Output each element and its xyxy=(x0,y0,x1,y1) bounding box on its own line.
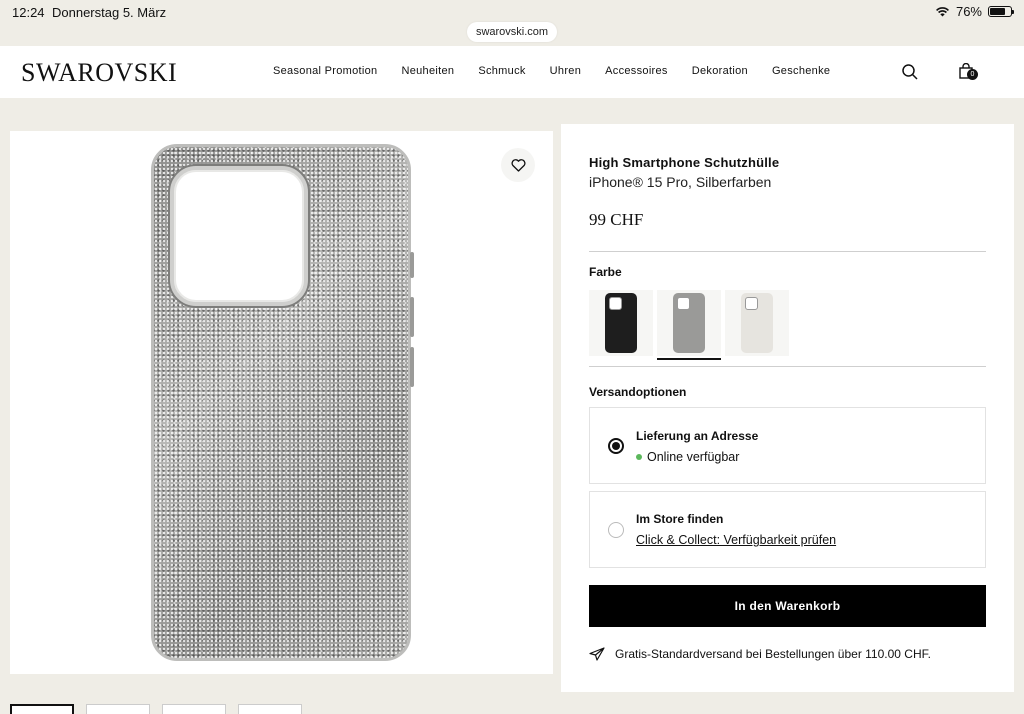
shipping-label: Versandoptionen xyxy=(589,385,687,399)
side-button xyxy=(410,252,414,278)
heart-icon xyxy=(511,158,525,172)
search-icon[interactable] xyxy=(902,64,918,80)
nav-geschenke[interactable]: Geschenke xyxy=(772,65,830,77)
thumbnail[interactable] xyxy=(238,704,302,714)
status-right: 76% xyxy=(935,4,1014,19)
nav-seasonal-promotion[interactable]: Seasonal Promotion xyxy=(273,65,377,77)
product-price: 99 CHF xyxy=(589,210,644,229)
swatch-case xyxy=(605,293,637,353)
site-header: SWAROVSKI Seasonal Promotion Neuheiten S… xyxy=(0,46,1024,98)
availability-dot xyxy=(636,454,642,460)
wifi-icon xyxy=(936,7,949,17)
thumbnail[interactable] xyxy=(162,704,226,714)
status-date: Donnerstag 5. März xyxy=(52,5,167,20)
radio-store[interactable] xyxy=(608,522,624,538)
battery-icon xyxy=(988,6,1014,17)
color-swatches xyxy=(589,290,789,360)
swatch-camera xyxy=(609,297,622,310)
camera-cutout xyxy=(170,166,308,306)
swatch-camera xyxy=(745,297,758,310)
battery-fill xyxy=(990,8,1006,15)
url-bar[interactable]: swarovski.com xyxy=(467,22,557,42)
thumbnail-strip xyxy=(10,704,302,714)
product-image-panel xyxy=(10,131,553,674)
side-button xyxy=(410,347,414,387)
divider xyxy=(589,251,986,252)
shipping-note-text: Gratis-Standardversand bei Bestellungen … xyxy=(615,647,931,661)
side-button xyxy=(410,297,414,337)
brand-logo[interactable]: SWAROVSKI xyxy=(21,58,177,88)
option-title: Lieferung an Adresse xyxy=(636,429,759,443)
nav-uhren[interactable]: Uhren xyxy=(550,65,581,77)
swatch-white[interactable] xyxy=(725,290,789,356)
availability-text: Online verfügbar xyxy=(647,450,740,464)
product-title: High Smartphone Schutzhülle xyxy=(589,155,780,170)
thumbnail[interactable] xyxy=(10,704,74,714)
swatch-camera xyxy=(677,297,690,310)
product-info-panel: High Smartphone Schutzhülle iPhone® 15 P… xyxy=(561,124,1014,692)
thumbnail[interactable] xyxy=(86,704,150,714)
status-time: 12:24 xyxy=(12,5,45,20)
product-image[interactable] xyxy=(151,144,414,661)
swatch-case xyxy=(741,293,773,353)
nav-dekoration[interactable]: Dekoration xyxy=(692,65,748,77)
click-collect-link[interactable]: Click & Collect: Verfügbarkeit prüfen xyxy=(636,533,836,547)
main-nav: Seasonal Promotion Neuheiten Schmuck Uhr… xyxy=(273,65,854,77)
shipping-option-store[interactable]: Im Store finden Click & Collect: Verfügb… xyxy=(589,491,986,568)
status-bar: 12:24 Donnerstag 5. März 76% xyxy=(0,0,1024,24)
battery-percent: 76% xyxy=(955,4,982,19)
radio-delivery[interactable] xyxy=(608,438,624,454)
color-label: Farbe xyxy=(589,265,622,279)
shipping-note: Gratis-Standardversand bei Bestellungen … xyxy=(589,647,931,661)
nav-accessoires[interactable]: Accessoires xyxy=(605,65,668,77)
nav-neuheiten[interactable]: Neuheiten xyxy=(401,65,454,77)
paper-plane-icon xyxy=(589,647,605,661)
swatch-silver[interactable] xyxy=(657,290,721,360)
swatch-black[interactable] xyxy=(589,290,653,356)
swatch-case xyxy=(673,293,705,353)
nav-schmuck[interactable]: Schmuck xyxy=(478,65,525,77)
divider xyxy=(589,366,986,367)
option-availability: Online verfügbar xyxy=(636,450,739,464)
cart-count-badge: 0 xyxy=(967,69,978,80)
shipping-option-delivery[interactable]: Lieferung an Adresse Online verfügbar xyxy=(589,407,986,484)
product-subtitle: iPhone® 15 Pro, Silberfarben xyxy=(589,174,772,190)
add-to-cart-button[interactable]: In den Warenkorb xyxy=(589,585,986,627)
option-title: Im Store finden xyxy=(636,512,724,526)
wishlist-button[interactable] xyxy=(501,148,535,182)
